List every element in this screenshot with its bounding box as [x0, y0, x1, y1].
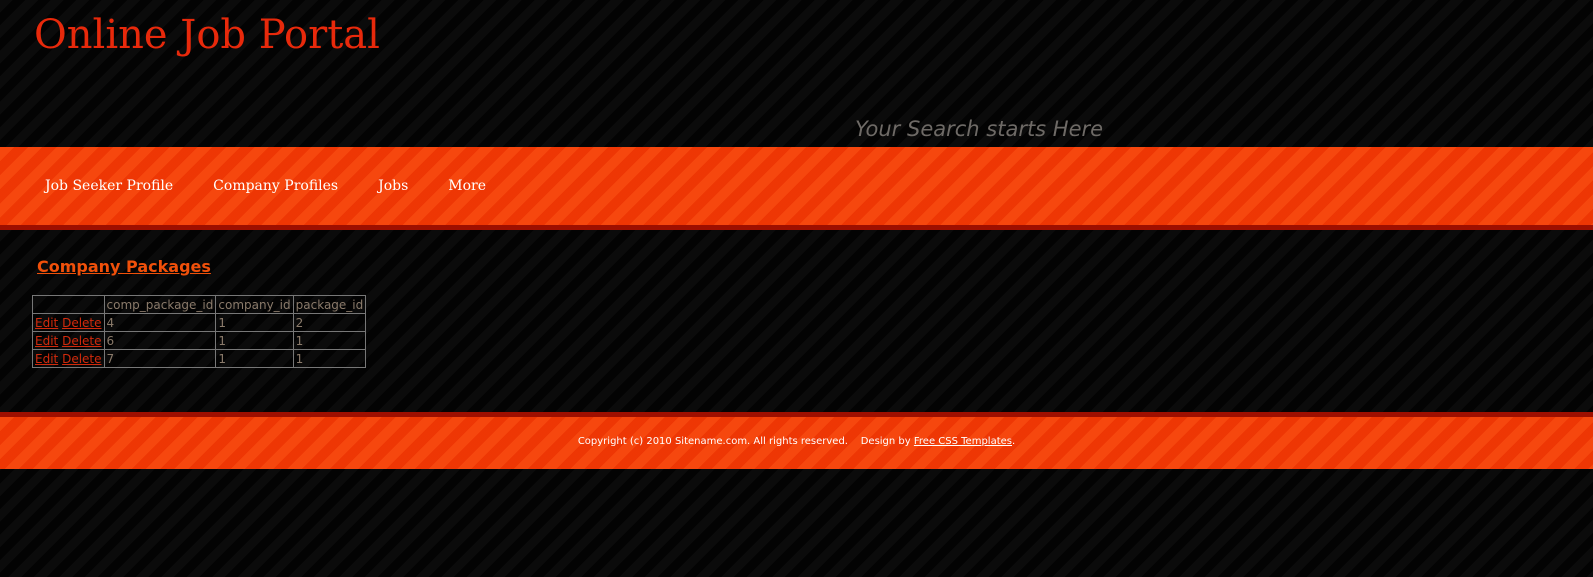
nav-item-job-seeker-profile[interactable]: Job Seeker Profile — [45, 178, 173, 194]
copyright-text: Copyright (c) 2010 Sitename.com. All rig… — [577, 436, 848, 447]
edit-link[interactable]: Edit — [35, 352, 58, 366]
delete-link[interactable]: Delete — [62, 352, 101, 366]
table-header-row: comp_package_id company_id package_id — [32, 295, 367, 314]
column-header-comp-package-id: comp_package_id — [103, 295, 217, 314]
row-actions: Edit Delete — [32, 331, 105, 350]
footer: Copyright (c) 2010 Sitename.com. All rig… — [0, 412, 1593, 469]
free-css-templates-link[interactable]: Free CSS Templates — [914, 436, 1012, 447]
nav-item-company-profiles[interactable]: Company Profiles — [213, 178, 338, 194]
cell-company-id: 1 — [215, 313, 294, 332]
column-header-actions — [32, 295, 105, 314]
delete-link[interactable]: Delete — [62, 316, 101, 330]
design-credit-prefix: Design by — [860, 436, 911, 447]
page-heading[interactable]: Company Packages — [37, 257, 211, 276]
nav-item-more[interactable]: More — [448, 178, 486, 194]
row-actions: Edit Delete — [32, 349, 105, 368]
edit-link[interactable]: Edit — [35, 334, 58, 348]
cell-package-id: 1 — [292, 331, 367, 350]
footer-text: Copyright (c) 2010 Sitename.com. All rig… — [0, 436, 1593, 447]
cell-company-id: 1 — [215, 349, 294, 368]
delete-link[interactable]: Delete — [62, 334, 101, 348]
cell-comp-package-id: 7 — [103, 349, 217, 368]
site-title: Online Job Portal — [34, 12, 380, 58]
nav-menu: Job Seeker Profile Company Profiles Jobs… — [0, 147, 1593, 225]
column-header-package-id: package_id — [292, 295, 367, 314]
company-packages-table: comp_package_id company_id package_id Ed… — [32, 295, 367, 368]
cell-comp-package-id: 4 — [103, 313, 217, 332]
nav-item-jobs[interactable]: Jobs — [378, 178, 408, 194]
design-credit-suffix: . — [1012, 436, 1016, 447]
search-tagline: Your Search starts Here — [855, 117, 1104, 141]
cell-company-id: 1 — [215, 331, 294, 350]
cell-package-id: 2 — [292, 313, 367, 332]
column-header-company-id: company_id — [215, 295, 294, 314]
edit-link[interactable]: Edit — [35, 316, 58, 330]
row-actions: Edit Delete — [32, 313, 105, 332]
table-row: Edit Delete 6 1 1 — [32, 331, 367, 350]
nav-bar: Job Seeker Profile Company Profiles Jobs… — [0, 147, 1593, 230]
table-row: Edit Delete 7 1 1 — [32, 349, 367, 368]
cell-package-id: 1 — [292, 349, 367, 368]
cell-comp-package-id: 6 — [103, 331, 217, 350]
table-row: Edit Delete 4 1 2 — [32, 313, 367, 332]
